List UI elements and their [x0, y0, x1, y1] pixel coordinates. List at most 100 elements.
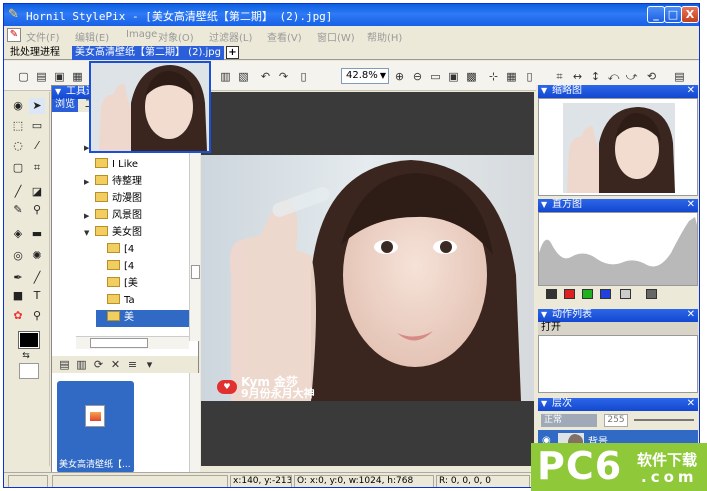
fill-icon[interactable]: ◈ [10, 226, 26, 242]
navigator-panel-header[interactable]: ▼ 缩略图 ✕ [538, 85, 698, 98]
rotate-right-icon[interactable]: ⤻ [624, 69, 639, 84]
tree-item[interactable]: ▶ 风景图 [84, 208, 189, 225]
filter-icon[interactable]: ▾ [142, 357, 157, 372]
history-icon[interactable]: ▯ [296, 69, 311, 84]
rect-select-icon[interactable]: ▭ [29, 118, 45, 134]
layers-icon[interactable]: ▤ [672, 69, 687, 84]
channel-blue-icon[interactable] [600, 289, 611, 299]
rotate-any-icon[interactable]: ⟲ [644, 69, 659, 84]
paste-icon[interactable]: ▥ [218, 69, 233, 84]
collapse-arrow-icon[interactable]: ▼ [541, 85, 547, 97]
tree-horizontal-scrollbar[interactable] [76, 336, 189, 349]
channel-luminance-icon[interactable] [620, 289, 631, 299]
document-icon[interactable]: ✎ [7, 28, 21, 42]
lasso-icon[interactable]: ◌ [10, 138, 26, 154]
tree-item[interactable]: [美 [96, 276, 189, 293]
eraser-icon[interactable]: ◪ [29, 184, 45, 200]
fit-window-icon[interactable]: ▭ [428, 69, 443, 84]
maximize-button[interactable]: □ [664, 6, 682, 23]
brush-icon[interactable]: ╱ [10, 184, 26, 200]
undo-icon[interactable]: ↶ [258, 69, 273, 84]
close-panel-icon[interactable]: ✕ [687, 398, 695, 410]
collapse-arrow-icon[interactable]: ▼ [541, 309, 547, 321]
layers-panel-header[interactable]: ▼ 层次 ✕ [538, 398, 698, 411]
zoom-tool-icon[interactable]: ⚲ [29, 308, 45, 324]
full-screen-icon[interactable]: ▩ [464, 69, 479, 84]
scroll-thumb[interactable] [191, 265, 200, 279]
action-item-open[interactable]: 打开 [538, 322, 698, 335]
menu-window[interactable]: 窗口(W) [317, 29, 355, 44]
collapse-arrow-icon[interactable]: ▼ [541, 199, 547, 211]
marquee-icon[interactable]: ⬚ [10, 118, 26, 134]
color-picker-icon[interactable]: ✿ [10, 308, 26, 324]
sharpen-icon[interactable]: ✺ [29, 248, 45, 264]
image-canvas[interactable]: ♥ Kym 金莎 9月份永月大神 [201, 92, 534, 466]
tab-active-document[interactable]: 美女高清壁纸【第二期】 (2).jpg [72, 46, 224, 60]
shape-icon[interactable]: ■ [10, 288, 26, 304]
navigator-preview[interactable] [538, 98, 698, 196]
delete-icon[interactable]: ✕ [108, 357, 123, 372]
menu-image[interactable]: Image [126, 29, 157, 40]
foreground-color-swatch[interactable] [18, 331, 40, 349]
thumbnail-scrollbar[interactable] [189, 373, 200, 473]
actions-panel-header[interactable]: ▼ 动作列表 ✕ [538, 309, 698, 322]
add-tab-button[interactable]: + [226, 46, 239, 59]
gradient-icon[interactable]: ▬ [29, 226, 45, 242]
collapse-arrow-icon[interactable]: ▼ [55, 86, 61, 98]
minimize-button[interactable]: _ [647, 6, 665, 23]
menu-view[interactable]: 查看(V) [267, 29, 302, 44]
tree-item[interactable]: I Like [84, 157, 189, 174]
menu-file[interactable]: 文件(F) [26, 29, 60, 44]
pen-path-icon[interactable]: ✒ [10, 270, 26, 286]
tree-item[interactable]: 美 [96, 310, 189, 327]
guide-icon[interactable]: ▯ [522, 69, 537, 84]
swap-colors-icon[interactable]: ⇆ [18, 348, 34, 364]
channel-red-icon[interactable] [564, 289, 575, 299]
tree-item[interactable]: ▼ 美女图 [84, 225, 189, 242]
pencil-icon[interactable]: ✎ [10, 202, 26, 218]
file-thumbnail[interactable]: 美女高清壁纸【... [57, 381, 134, 473]
close-panel-icon[interactable]: ✕ [687, 309, 695, 321]
pointer-icon[interactable]: ➤ [29, 98, 45, 114]
red-eye-icon[interactable]: ◎ [10, 248, 26, 264]
tab-browse[interactable]: 浏览 [52, 99, 78, 112]
menu-edit[interactable]: 编辑(E) [75, 29, 109, 44]
menu-object[interactable]: 对象(O) [158, 29, 194, 44]
line-icon[interactable]: ╱ [29, 270, 45, 286]
text-tool-icon[interactable]: T [29, 288, 45, 304]
tree-item[interactable]: 动漫图 [84, 191, 189, 208]
folder-new-icon[interactable]: ▥ [74, 357, 89, 372]
channel-green-icon[interactable] [582, 289, 593, 299]
chevron-down-icon[interactable]: ▼ [377, 69, 389, 83]
zoom-out-icon[interactable]: ⊖ [410, 69, 425, 84]
crop-icon[interactable]: ⌗ [552, 69, 567, 84]
opacity-slider[interactable] [634, 419, 694, 421]
tree-item[interactable]: [4 [96, 242, 189, 259]
transform-icon[interactable]: ▢ [10, 160, 26, 176]
background-color-swatch[interactable] [19, 363, 39, 379]
paste-new-icon[interactable]: ▧ [236, 69, 251, 84]
magic-wand-icon[interactable]: ⁄ [29, 138, 45, 154]
tree-item[interactable]: Ta [96, 293, 189, 310]
view-eye-icon[interactable]: ◉ [10, 98, 26, 114]
close-panel-icon[interactable]: ✕ [687, 85, 695, 97]
flip-horizontal-icon[interactable]: ↔ [570, 69, 585, 84]
grid-icon[interactable]: ▦ [504, 69, 519, 84]
close-panel-icon[interactable]: ✕ [687, 199, 695, 211]
tree-item[interactable]: [4 [96, 259, 189, 276]
expand-arrow-icon[interactable]: ▶ [84, 208, 92, 224]
sort-icon[interactable]: ≡ [125, 357, 140, 372]
rotate-left-icon[interactable]: ⤺ [606, 69, 621, 84]
menu-help[interactable]: 帮助(H) [367, 29, 402, 44]
scroll-thumb[interactable] [90, 338, 148, 348]
actual-size-icon[interactable]: ▣ [446, 69, 461, 84]
blend-mode-select[interactable]: 正常 [541, 414, 597, 427]
save-icon[interactable]: ▣ [52, 69, 67, 84]
clone-stamp-icon[interactable]: ⚲ [29, 202, 45, 218]
print-icon[interactable]: ▦ [70, 69, 85, 84]
expand-arrow-icon[interactable]: ▼ [84, 225, 92, 241]
channel-alpha-icon[interactable] [646, 289, 657, 299]
folder-open-icon[interactable]: ▤ [57, 357, 72, 372]
histogram-panel-header[interactable]: ▼ 直方图 ✕ [538, 199, 698, 212]
tree-item[interactable]: ▶ 待整理 [84, 174, 189, 191]
